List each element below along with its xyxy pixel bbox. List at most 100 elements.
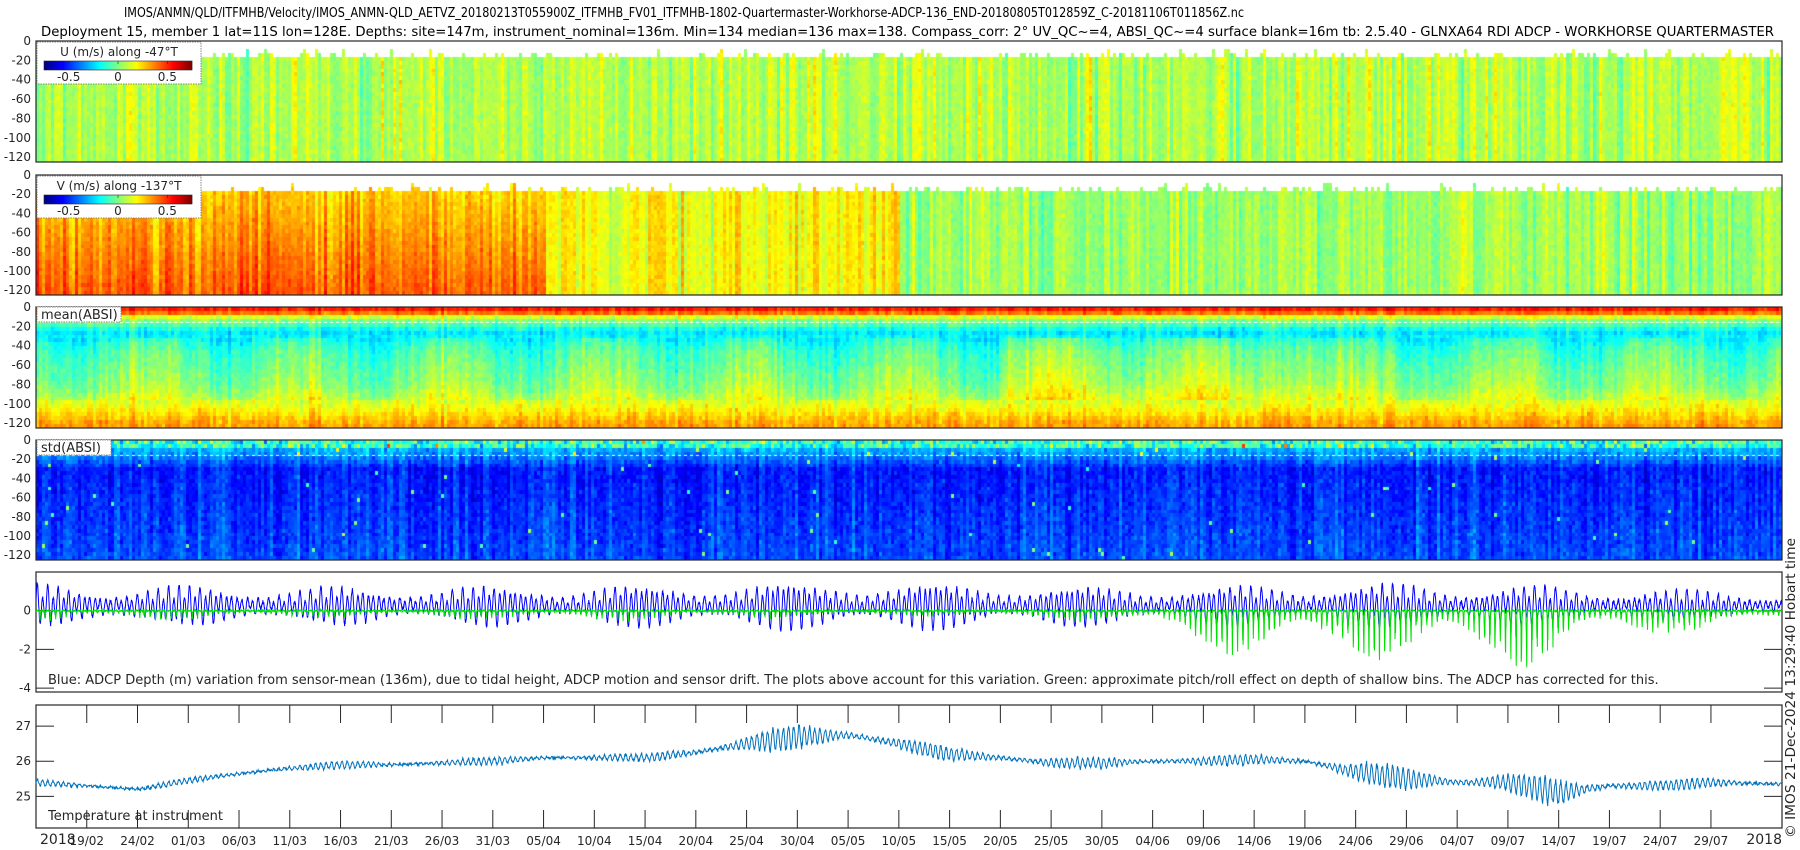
x-tick-label: 04/07 xyxy=(1440,834,1475,848)
x-tick-label: 10/04 xyxy=(577,834,612,848)
x-tick-label: 15/05 xyxy=(932,834,967,848)
legend-title: U (m/s) along -47°T xyxy=(60,45,178,59)
figure-title-line1: IMOS/ANMN/QLD/ITFMHB/Velocity/IMOS_ANMN-… xyxy=(124,6,1244,21)
y-tick-label: -100 xyxy=(4,397,31,411)
figure: IMOS/ANMN/QLD/ITFMHB/Velocity/IMOS_ANMN-… xyxy=(0,0,1800,850)
y-tick-label: -20 xyxy=(11,53,31,67)
axes-frame xyxy=(35,40,1783,163)
y-tick-label: -60 xyxy=(11,358,31,372)
annotation-bg xyxy=(44,671,1704,688)
x-tick-label: 05/05 xyxy=(831,834,866,848)
y-tick-label: 26 xyxy=(16,754,31,768)
panel-label: mean(ABSI) xyxy=(41,308,118,323)
y-tick-label: -80 xyxy=(11,111,31,125)
y-tick-label: -4 xyxy=(19,681,31,695)
y-tick-label: -120 xyxy=(4,283,31,297)
x-tick-label: 14/07 xyxy=(1541,834,1576,848)
x-tick-label: 14/06 xyxy=(1237,834,1272,848)
x-tick-label: 25/05 xyxy=(1034,834,1069,848)
y-tick-label: -40 xyxy=(11,73,31,87)
temperature-axes: 25 26 27 xyxy=(16,704,1783,829)
axes-frame xyxy=(35,704,1783,829)
x-tick-label: 09/07 xyxy=(1491,834,1526,848)
x-tick-label: 10/05 xyxy=(882,834,917,848)
y-tick-label: 25 xyxy=(16,789,31,803)
x-tick-label: 19/06 xyxy=(1288,834,1323,848)
panel-label: std(ABSI) xyxy=(41,441,101,456)
axes-frame xyxy=(35,439,1783,561)
colorbar-tick-label: 0 xyxy=(114,70,122,84)
x-tick-label: 20/05 xyxy=(983,834,1018,848)
x-tick-label: 26/03 xyxy=(425,834,460,848)
axes-frame xyxy=(35,306,1783,429)
std-absi-axes: 0 -20 -40 -60 -80 -100 -120 xyxy=(4,433,1783,562)
legend-title: V (m/s) along -137°T xyxy=(57,179,182,193)
adcp-depth-variation-line xyxy=(35,581,1783,632)
colorbar-tick-label: -0.5 xyxy=(57,204,80,218)
x-tick-label: 30/05 xyxy=(1085,834,1120,848)
temperature-annotation: Temperature at instrument xyxy=(47,809,223,824)
x-tick-label: 09/06 xyxy=(1186,834,1221,848)
x-tick-label: 06/03 xyxy=(222,834,257,848)
colorbar-tick-label: 0.5 xyxy=(158,70,177,84)
mean-absi-axes: 0 -20 -40 -60 -80 -100 -120 xyxy=(4,300,1783,430)
x-tick-label: 21/03 xyxy=(374,834,409,848)
x-tick-label: 11/03 xyxy=(272,834,307,848)
x-tick-label: 29/06 xyxy=(1389,834,1424,848)
y-tick-label: -60 xyxy=(11,491,31,505)
y-tick-label: -40 xyxy=(11,339,31,353)
figure-title-line2: Deployment 15, member 1 lat=11S lon=128E… xyxy=(41,25,1774,40)
y-tick-label: 0 xyxy=(23,168,31,182)
y-tick-label: -2 xyxy=(19,642,31,656)
x-tick-label: 24/06 xyxy=(1338,834,1373,848)
y-tick-label: -20 xyxy=(11,319,31,333)
y-tick-label: -80 xyxy=(11,510,31,524)
y-tick-label: -20 xyxy=(11,452,31,466)
y-tick-label: 0 xyxy=(23,300,31,314)
y-tick-label: -120 xyxy=(4,416,31,430)
x-tick-label: 31/03 xyxy=(476,834,511,848)
colorbar-tick-label: -0.5 xyxy=(57,70,80,84)
y-tick-label: -40 xyxy=(11,206,31,220)
y-tick-label: -60 xyxy=(11,92,31,106)
y-tick-label: 0 xyxy=(23,433,31,447)
figure-overlay: IMOS/ANMN/QLD/ITFMHB/Velocity/IMOS_ANMN-… xyxy=(4,6,1799,848)
x-tick-label: 05/04 xyxy=(526,834,561,848)
y-tick-label: -60 xyxy=(11,226,31,240)
y-tick-label: 27 xyxy=(16,719,31,733)
y-tick-label: -40 xyxy=(11,471,31,485)
y-tick-label: -100 xyxy=(4,529,31,543)
x-tick-label: 20/04 xyxy=(679,834,714,848)
y-tick-label: -100 xyxy=(4,264,31,278)
x-tick-label: 15/04 xyxy=(628,834,663,848)
temperature-line xyxy=(35,724,1783,807)
credit-text: © IMOS 21-Dec-2024 13:29:40 Hobart time xyxy=(1784,538,1799,838)
x-tick-label: 24/07 xyxy=(1643,834,1678,848)
x-year-label-right: 2018 xyxy=(1746,832,1782,848)
mean-absi-label-box: mean(ABSI) xyxy=(36,306,122,323)
v-axes: 0 -20 -40 -60 -80 -100 -120 xyxy=(4,168,1783,297)
u-colorbar-legend: U (m/s) along -47°T -0.5 0 0.5 xyxy=(36,41,202,85)
u-axes: 0 -20 -40 -60 -80 -100 -120 xyxy=(4,34,1783,164)
x-tick-label: 04/06 xyxy=(1135,834,1170,848)
y-tick-label: -80 xyxy=(11,245,31,259)
x-tick-label: 30/04 xyxy=(780,834,815,848)
y-tick-label: -100 xyxy=(4,131,31,145)
x-tick-label: 29/07 xyxy=(1694,834,1729,848)
colorbar-tick-label: 0.5 xyxy=(158,204,177,218)
std-absi-label-box: std(ABSI) xyxy=(36,439,112,456)
x-year-label-left: 2018 xyxy=(40,832,76,848)
x-tick-label: 24/02 xyxy=(120,834,155,848)
v-colorbar-legend: V (m/s) along -137°T -0.5 0 0.5 xyxy=(36,175,202,219)
y-tick-label: 0 xyxy=(23,604,31,618)
colorbar-tick-label: 0 xyxy=(114,204,122,218)
y-tick-label: 0 xyxy=(23,34,31,48)
y-tick-label: -20 xyxy=(11,187,31,201)
x-tick-label: 25/04 xyxy=(729,834,764,848)
x-tick-label: 19/07 xyxy=(1592,834,1627,848)
x-tick-label: 16/03 xyxy=(323,834,358,848)
x-tick-label: 01/03 xyxy=(171,834,206,848)
y-tick-label: -120 xyxy=(4,150,31,164)
y-tick-label: -120 xyxy=(4,548,31,562)
axes-frame xyxy=(35,174,1783,296)
